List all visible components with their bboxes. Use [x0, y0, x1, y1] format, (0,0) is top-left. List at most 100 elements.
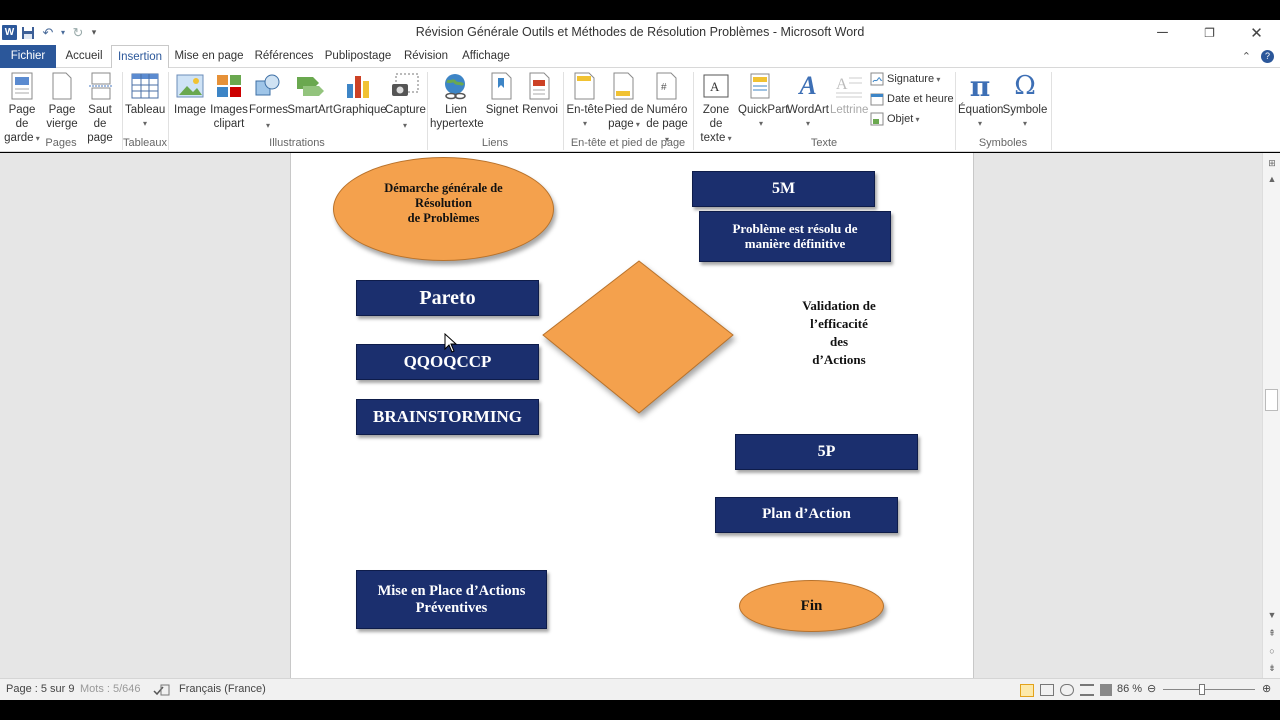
date-et-heure-button[interactable]: Date et heure [870, 90, 954, 108]
scroll-up-icon[interactable]: ▲ [1263, 171, 1280, 187]
mise-en-place-box[interactable]: Mise en Place d’Actions Préventives [356, 570, 547, 629]
formes-button[interactable]: Formes [249, 71, 288, 133]
next-page-icon[interactable]: ⇟ [1263, 660, 1280, 676]
draft-icon[interactable] [1100, 684, 1112, 696]
validation-diamond-shape[interactable] [542, 260, 734, 414]
web-layout-icon[interactable] [1060, 684, 1074, 696]
print-layout-icon[interactable] [1020, 683, 1034, 697]
redo-icon[interactable]: ↻ [69, 24, 87, 42]
graphique-button[interactable]: Graphique [333, 71, 387, 117]
zone-de-texte-button[interactable]: A Zone de texte [696, 71, 736, 146]
minimize-ribbon-icon[interactable]: ⌃ [1242, 50, 1251, 63]
signet-button[interactable]: Signet [484, 71, 520, 117]
capture-button[interactable]: Capture [385, 71, 426, 133]
images-clipart-label-2: clipart [213, 118, 245, 130]
tab-accueil[interactable]: Accueil [60, 45, 108, 68]
5m-box[interactable]: 5M [692, 171, 875, 207]
plan-action-box[interactable]: Plan d’Action [715, 497, 898, 533]
smartart-button[interactable]: SmartArt [287, 71, 333, 117]
probleme-resolu-box[interactable]: Problème est résolu de manière définitiv… [699, 211, 891, 262]
svg-text:A: A [710, 79, 720, 94]
graphique-label: Graphique [333, 104, 387, 116]
minimize-icon[interactable]: ─ [1139, 20, 1186, 45]
lien-hypertexte-button[interactable]: Lien hypertexte [430, 71, 484, 131]
wordart-button[interactable]: A WordArt ▾ [786, 71, 830, 131]
saut-de-page-button[interactable]: Saut de page [81, 71, 119, 145]
footer-icon [609, 71, 639, 101]
quickpart-label: QuickPart [738, 104, 789, 116]
probleme-resolu-line-1: Problème est résolu de [732, 220, 858, 236]
demarche-line-2: Résolution [415, 195, 472, 210]
proofing-icon[interactable] [152, 679, 170, 701]
page-de-garde-button[interactable]: Page de garde [2, 71, 42, 146]
tab-publipostage[interactable]: Publipostage [322, 45, 394, 68]
zoom-in-icon[interactable]: ⊕ [1262, 679, 1276, 701]
page-count-status[interactable]: Page : 5 sur 9 [6, 679, 75, 701]
customize-qat-icon[interactable]: ▾ [89, 24, 99, 42]
tab-insertion[interactable]: Insertion [111, 45, 169, 69]
image-button[interactable]: Image [172, 71, 208, 117]
pareto-box[interactable]: Pareto [356, 280, 539, 316]
scroll-down-icon[interactable]: ▼ [1263, 607, 1280, 623]
group-separator [1051, 72, 1052, 150]
ruler-toggle-icon[interactable]: ⊞ [1263, 155, 1280, 171]
full-screen-reading-icon[interactable] [1040, 684, 1054, 696]
help-icon[interactable]: ? [1261, 50, 1274, 63]
quickpart-button[interactable]: QuickPart ▾ [738, 71, 789, 131]
signature-label: Signature [887, 73, 940, 85]
zoom-level[interactable]: 86 % [1117, 679, 1142, 701]
undo-dropdown-icon[interactable]: ▾ [59, 24, 67, 42]
symbole-button[interactable]: Ω Symbole ▾ [1002, 71, 1048, 131]
5p-box[interactable]: 5P [735, 434, 918, 470]
tableau-button[interactable]: Tableau ▾ [125, 71, 165, 131]
undo-icon[interactable]: ↶ [39, 24, 57, 42]
brainstorming-box[interactable]: BRAINSTORMING [356, 399, 539, 435]
zoom-slider-thumb[interactable] [1198, 684, 1205, 695]
wordart-dropdown-icon: ▾ [805, 119, 810, 128]
lettrine-button[interactable]: A Lettrine [830, 71, 868, 117]
demarche-oval[interactable]: Démarche générale de Résolution de Probl… [333, 157, 554, 261]
tab-mise-en-page[interactable]: Mise en page [172, 45, 246, 68]
formes-label: Formes [249, 103, 288, 133]
fin-oval[interactable]: Fin [739, 580, 884, 632]
signature-button[interactable]: Signature [870, 70, 940, 88]
zoom-slider[interactable] [1163, 679, 1255, 701]
tab-affichage[interactable]: Affichage [457, 45, 515, 68]
previous-page-icon[interactable]: ⇞ [1263, 625, 1280, 641]
close-icon[interactable]: ✕ [1233, 20, 1280, 45]
shapes-icon [253, 71, 283, 101]
numero-de-page-button[interactable]: # Numéro de page [644, 71, 690, 147]
page-vierge-button[interactable]: Page vierge [44, 71, 80, 131]
browse-object-icon[interactable]: ○ [1263, 643, 1280, 659]
tab-revision[interactable]: Révision [399, 45, 453, 68]
zoom-out-icon[interactable]: ⊖ [1147, 679, 1161, 701]
renvoi-button[interactable]: Renvoi [522, 71, 558, 117]
word-count-status[interactable]: Mots : 5/646 [80, 679, 141, 701]
equation-button[interactable]: π Équation ▾ [958, 69, 1004, 131]
lien-hypertexte-label-1: Lien [445, 104, 467, 116]
tab-fichier[interactable]: Fichier [0, 45, 56, 68]
smartart-label: SmartArt [287, 104, 333, 116]
restore-icon[interactable]: ❐ [1186, 20, 1233, 45]
equation-label: Équation [958, 104, 1004, 116]
outline-icon[interactable] [1080, 684, 1094, 696]
save-icon[interactable] [19, 24, 37, 42]
validation-line-1: Validation de [802, 298, 876, 313]
vertical-scrollbar[interactable]: ⊞ ▲ ▼ ⇞ ○ ⇟ [1262, 153, 1280, 678]
objet-button[interactable]: Objet [870, 110, 920, 128]
pied-de-page-button[interactable]: Pied de page [604, 71, 644, 132]
scroll-thumb[interactable] [1265, 389, 1278, 411]
calendar-icon [870, 92, 884, 106]
omega-icon: Ω [1014, 71, 1036, 101]
document-page[interactable]: Démarche générale de Résolution de Probl… [290, 153, 974, 678]
images-clipart-button[interactable]: Images clipart [210, 71, 248, 131]
pi-icon: π [969, 69, 991, 103]
en-tete-button[interactable]: En-tête ▾ [566, 71, 604, 131]
page-de-garde-label-1: Page de [8, 104, 36, 130]
word-logo-icon[interactable]: W [2, 25, 17, 40]
language-status[interactable]: Français (France) [179, 679, 266, 701]
tab-references[interactable]: Références [250, 45, 318, 68]
smartart-icon [295, 71, 325, 101]
en-tete-label: En-tête [566, 104, 604, 116]
group-label-illustrations: Illustrations [269, 137, 325, 149]
